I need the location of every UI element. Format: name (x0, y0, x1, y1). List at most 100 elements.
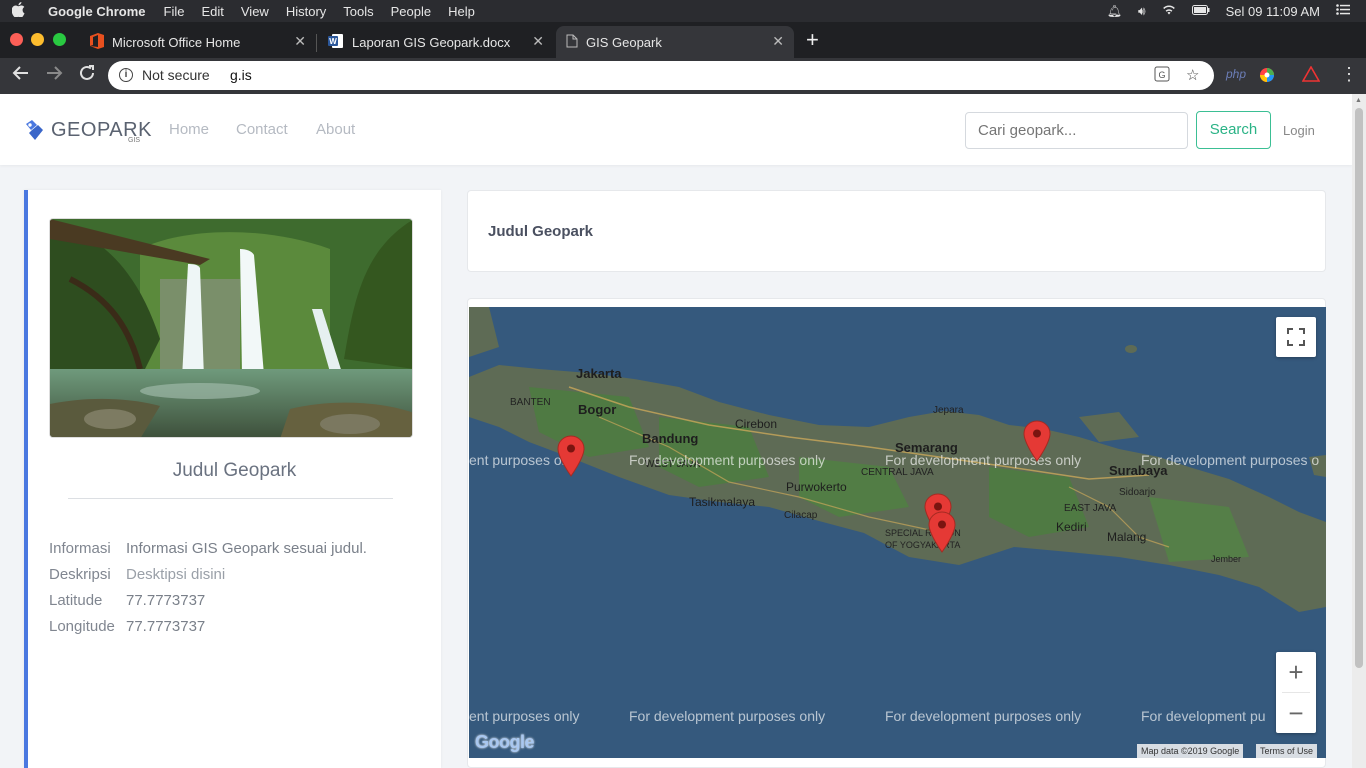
wifi-icon[interactable] (1162, 4, 1176, 18)
menubar-status: 🔔︎ 🔊︎ Sel 09 11:09 AM (1107, 0, 1366, 22)
google-map[interactable]: Jakarta BANTEN Bogor Bandung WEST JAVA C… (469, 307, 1326, 758)
word-icon: W (328, 33, 344, 52)
map-attribution: Map data ©2019 Google (1137, 744, 1244, 758)
info-row-deskripsi: Deskripsi Desktipsi disini (49, 566, 225, 583)
color-wheel-extension-icon[interactable] (1259, 67, 1275, 86)
brand-logo-link[interactable]: GEOPARK GIS (22, 118, 152, 144)
map-label: Jember (1211, 554, 1242, 564)
map-label: Tasikmalaya (689, 495, 756, 509)
window-zoom-button[interactable] (53, 33, 66, 46)
zoom-in-button[interactable]: + (1276, 652, 1316, 692)
list-icon[interactable] (1336, 4, 1350, 18)
battery-icon[interactable] (1191, 4, 1210, 18)
close-icon[interactable]: ✕ (294, 33, 306, 50)
page-scrollbar[interactable]: ▲ (1352, 94, 1366, 768)
menu-people[interactable]: People (391, 4, 431, 19)
svg-text:G: G (1158, 70, 1165, 80)
dev-watermark: For development purposes only (885, 452, 1082, 468)
security-status[interactable]: Not secure (142, 67, 210, 83)
zoom-control: + − (1276, 652, 1316, 733)
info-key: Longitude (49, 618, 115, 635)
dev-watermark: For development purposes only (629, 708, 826, 724)
info-value: 77.7773737 (126, 618, 206, 635)
map-label: Bandung (642, 431, 699, 446)
dev-watermark: For development purposes only (629, 452, 826, 468)
back-arrow-icon[interactable] (12, 64, 30, 87)
apple-icon[interactable] (0, 2, 36, 20)
php-extension-icon[interactable]: php (1226, 67, 1246, 81)
document-icon (566, 34, 578, 51)
nav-contact[interactable]: Contact (236, 121, 288, 138)
web-page: GEOPARK GIS Home Contact About Search Lo… (0, 94, 1352, 768)
macos-menubar: Google Chrome File Edit View History Too… (0, 0, 1366, 22)
forward-arrow-icon[interactable] (45, 64, 63, 87)
site-navbar: GEOPARK GIS Home Contact About Search Lo… (0, 94, 1352, 165)
menubar-app-name[interactable]: Google Chrome (48, 4, 146, 19)
dev-watermark: ent purposes only (469, 708, 580, 724)
warning-extension-icon[interactable] (1301, 65, 1321, 85)
brand-subtitle: GIS (128, 137, 141, 144)
info-value: Desktipsi disini (126, 566, 226, 583)
terms-of-use-link[interactable]: Terms of Use (1256, 744, 1318, 758)
browser-tabstrip: Microsoft Office Home ✕ W Laporan GIS Ge… (0, 22, 1366, 58)
map-label: BANTEN (510, 397, 551, 408)
tab-label: Microsoft Office Home (112, 34, 241, 50)
address-bar[interactable]: i Not secure g.is G ☆ (108, 61, 1214, 90)
map-label: Jepara (933, 405, 964, 416)
scrollbar-thumb[interactable] (1355, 108, 1363, 668)
tab-label: Laporan GIS Geopark.docx (352, 34, 511, 50)
menubar-clock[interactable]: Sel 09 11:09 AM (1226, 4, 1320, 19)
menu-view[interactable]: View (241, 4, 269, 19)
map-label: CENTRAL JAVA (861, 467, 934, 478)
nav-about[interactable]: About (316, 121, 355, 138)
menu-file[interactable]: File (164, 4, 185, 19)
search-input[interactable] (965, 112, 1188, 149)
svg-text:W: W (329, 37, 337, 46)
info-icon[interactable]: i (119, 68, 133, 82)
info-key: Latitude (49, 592, 103, 609)
map-marker-icon[interactable] (928, 511, 956, 553)
map-label: Kediri (1056, 520, 1087, 534)
geopark-title: Judul Geopark (172, 460, 297, 481)
map-label: EAST JAVA (1064, 503, 1117, 514)
more-menu-icon[interactable]: ⋮ (1340, 64, 1358, 85)
map-label: Purwokerto (786, 480, 847, 494)
tab-gis-geopark[interactable]: GIS Geopark ✕ (556, 26, 794, 58)
info-value: Informasi GIS Geopark sesuai judul. (126, 540, 367, 557)
map-label: Bogor (578, 402, 617, 417)
tab-word-doc[interactable]: W Laporan GIS Geopark.docx ✕ (318, 26, 554, 58)
translate-icon[interactable]: G (1154, 66, 1170, 86)
bookmark-star-icon[interactable]: ☆ (1186, 66, 1199, 84)
fullscreen-button[interactable] (1276, 317, 1316, 357)
scroll-up-arrow-icon[interactable]: ▲ (1355, 97, 1362, 104)
menu-help[interactable]: Help (448, 4, 475, 19)
map-marker-icon[interactable] (1023, 420, 1051, 462)
menu-history[interactable]: History (286, 4, 326, 19)
map-label: Cirebon (735, 417, 778, 431)
geopark-detail-card: Judul Geopark Informasi Informasi GIS Ge… (24, 190, 441, 768)
new-tab-button[interactable]: + (806, 27, 819, 53)
close-icon[interactable]: ✕ (532, 33, 544, 50)
close-icon[interactable]: ✕ (772, 33, 784, 50)
menu-tools[interactable]: Tools (343, 4, 373, 19)
nav-home[interactable]: Home (169, 121, 209, 138)
info-key: Informasi (49, 540, 111, 557)
search-button[interactable]: Search (1196, 111, 1271, 149)
window-close-button[interactable] (10, 33, 23, 46)
tab-separator (316, 34, 317, 52)
window-minimize-button[interactable] (31, 33, 44, 46)
volume-icon[interactable]: 🔊︎ (1138, 4, 1146, 19)
info-key: Deskripsi (49, 566, 111, 583)
tab-office[interactable]: Microsoft Office Home ✕ (80, 26, 316, 58)
url-text[interactable]: g.is (230, 67, 252, 83)
login-link[interactable]: Login (1283, 123, 1315, 138)
bell-icon[interactable]: 🔔︎ (1107, 4, 1122, 18)
zoom-out-button[interactable]: − (1276, 693, 1316, 733)
menu-edit[interactable]: Edit (201, 4, 223, 19)
map-label: Sidoarjo (1119, 487, 1156, 498)
map-marker-icon[interactable] (557, 435, 585, 477)
dev-watermark: For development purposes o (1141, 452, 1320, 468)
browser-toolbar: i Not secure g.is G ☆ php ⋮ (0, 58, 1366, 94)
google-logo[interactable]: Google (475, 732, 535, 753)
reload-icon[interactable] (78, 64, 96, 87)
